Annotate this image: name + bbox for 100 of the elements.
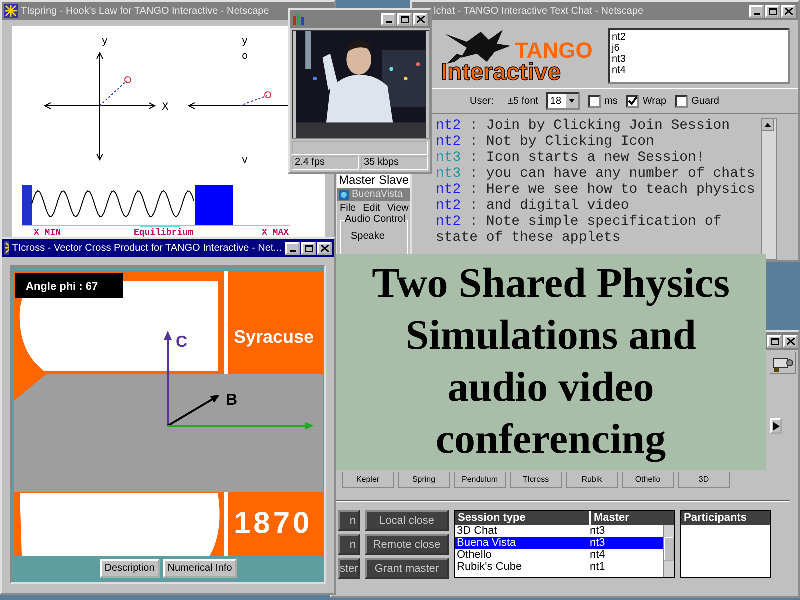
play-button[interactable]	[770, 418, 782, 434]
app-icon	[4, 241, 10, 255]
session-button[interactable]: Remote close	[365, 534, 449, 555]
window-title: lchat - TANGO Interactive Text Chat - Netscape	[433, 6, 644, 16]
axis-label: X	[162, 102, 169, 113]
checkbox[interactable]	[674, 94, 688, 108]
session-button[interactable]: Grant master	[365, 558, 449, 579]
chat-message: nt3 : you can have any number of chats	[436, 166, 756, 182]
maximize-button[interactable]	[301, 242, 316, 254]
app-button[interactable]: Kepler	[342, 472, 394, 488]
app-button[interactable]: Spring	[398, 472, 450, 488]
table-cell-text: Buena Vista	[456, 537, 518, 549]
camera-icon[interactable]	[770, 352, 796, 374]
chat-message: nt2 : Not by Clicking Icon	[436, 134, 656, 150]
close-button[interactable]	[413, 12, 428, 26]
menu-item[interactable]: File	[340, 203, 356, 214]
range-label: X MAX	[262, 228, 290, 238]
checkbox-label: ms	[604, 96, 618, 106]
close-button[interactable]	[317, 242, 332, 254]
close-icon	[786, 338, 794, 344]
emblem-text: 1870	[234, 507, 313, 540]
window-title: TIspring - Hook's Law for TANGO Interactive - Netscape	[21, 6, 270, 16]
close-icon	[320, 244, 328, 252]
applet-button[interactable]: Numerical Info	[162, 559, 238, 578]
checkbox-label: Wrap	[642, 96, 667, 106]
table-cell: nt4	[590, 549, 606, 561]
axis-label: v	[242, 155, 248, 166]
session-button[interactable]: Local close	[365, 510, 449, 531]
wall	[22, 185, 32, 226]
table-cell-text: 3D Chat	[456, 525, 498, 537]
maximize-button[interactable]	[765, 4, 780, 18]
checkbox[interactable]	[588, 94, 601, 108]
chat-message: state of these applets	[436, 230, 622, 246]
user-label: User:	[470, 96, 494, 106]
minimize-button[interactable]	[381, 12, 396, 26]
play-icon	[772, 422, 780, 430]
minimize-button[interactable]	[749, 4, 764, 18]
table-row[interactable]: Rubik's Cube nt1	[455, 561, 663, 573]
chat-message: nt2 : Join by Clicking Join Session	[436, 118, 732, 134]
app-icon	[339, 190, 349, 200]
caret-icon	[566, 94, 578, 108]
chat-message: nt2 : Note simple specification of	[436, 214, 723, 230]
checkbox-label: Guard	[692, 96, 720, 106]
chat-message: nt2 : Here we see how to teach physics	[436, 182, 756, 198]
app-icon	[4, 4, 18, 18]
equilibrium-mark	[140, 225, 180, 227]
session-button[interactable]: ster	[338, 558, 360, 579]
dancers-drawing	[445, 30, 511, 64]
window-title: BuenaVista	[352, 189, 403, 200]
range-label: Equilibrium	[134, 228, 194, 238]
font-size-dropdown[interactable]: 18	[546, 92, 580, 110]
table-row[interactable]: Buena Vista nt3	[455, 537, 663, 549]
column-header: Session type	[455, 511, 591, 525]
list-item[interactable]: j6	[612, 43, 786, 54]
close-icon	[784, 8, 792, 14]
axis-label: o	[242, 51, 248, 62]
vector-label: C	[176, 334, 188, 351]
close-button[interactable]	[783, 334, 798, 348]
axis-label: y	[102, 36, 108, 47]
minimize-button[interactable]	[285, 242, 300, 254]
caption-text: Two Shared Physics Simulations and audio video conferencing	[371, 260, 731, 465]
app-button[interactable]: TIcross	[510, 472, 562, 488]
session-button[interactable]: n	[338, 534, 360, 555]
chat-message: nt2 : and digital video	[436, 198, 630, 214]
maximize-icon	[304, 244, 312, 252]
applet-button[interactable]: Description	[100, 559, 160, 578]
app-button[interactable]: Pendulum	[454, 472, 506, 488]
session-button[interactable]: n	[338, 510, 360, 531]
speaker-label: Speake	[351, 231, 385, 242]
scrollbar[interactable]	[761, 118, 777, 260]
maximize-icon	[400, 16, 408, 22]
table-cell: nt3	[590, 537, 606, 549]
up-arrow-icon[interactable]	[762, 119, 774, 131]
window-title: TIcross - Vector Cross Product for TANGO Interactive - Net...	[12, 242, 282, 254]
chat-message: nt3 : Icon starts a new Session!	[436, 150, 706, 166]
checkbox[interactable]	[626, 94, 639, 108]
angle-label: Angle phi : 67	[26, 281, 98, 293]
close-icon	[416, 16, 424, 22]
menu-item[interactable]: View	[387, 203, 409, 214]
list-item[interactable]: nt4	[612, 65, 786, 76]
maximize-button[interactable]	[397, 12, 412, 26]
position-point	[124, 76, 132, 84]
app-button[interactable]: Othello	[622, 472, 674, 488]
table-row[interactable]: 3D Chat nt3	[455, 525, 663, 537]
close-button[interactable]	[781, 4, 796, 18]
maximize-icon	[768, 8, 776, 14]
emblem-text: Syracuse	[234, 327, 314, 347]
table-row[interactable]: Othello nt4	[455, 549, 663, 561]
list-item[interactable]: nt2	[612, 32, 786, 43]
list-item[interactable]: nt3	[612, 54, 786, 65]
app-button[interactable]: Rubik	[566, 472, 618, 488]
status-field: 35 kbps	[361, 156, 428, 170]
position-line	[100, 80, 128, 106]
vector-label: B	[226, 392, 238, 409]
table-cell: nt1	[590, 561, 606, 573]
menu-item[interactable]: Edit	[363, 203, 380, 214]
maximize-button[interactable]	[767, 334, 782, 348]
app-button[interactable]: 3D	[678, 472, 730, 488]
scrollbar[interactable]	[663, 525, 674, 577]
mass-block	[195, 185, 233, 225]
